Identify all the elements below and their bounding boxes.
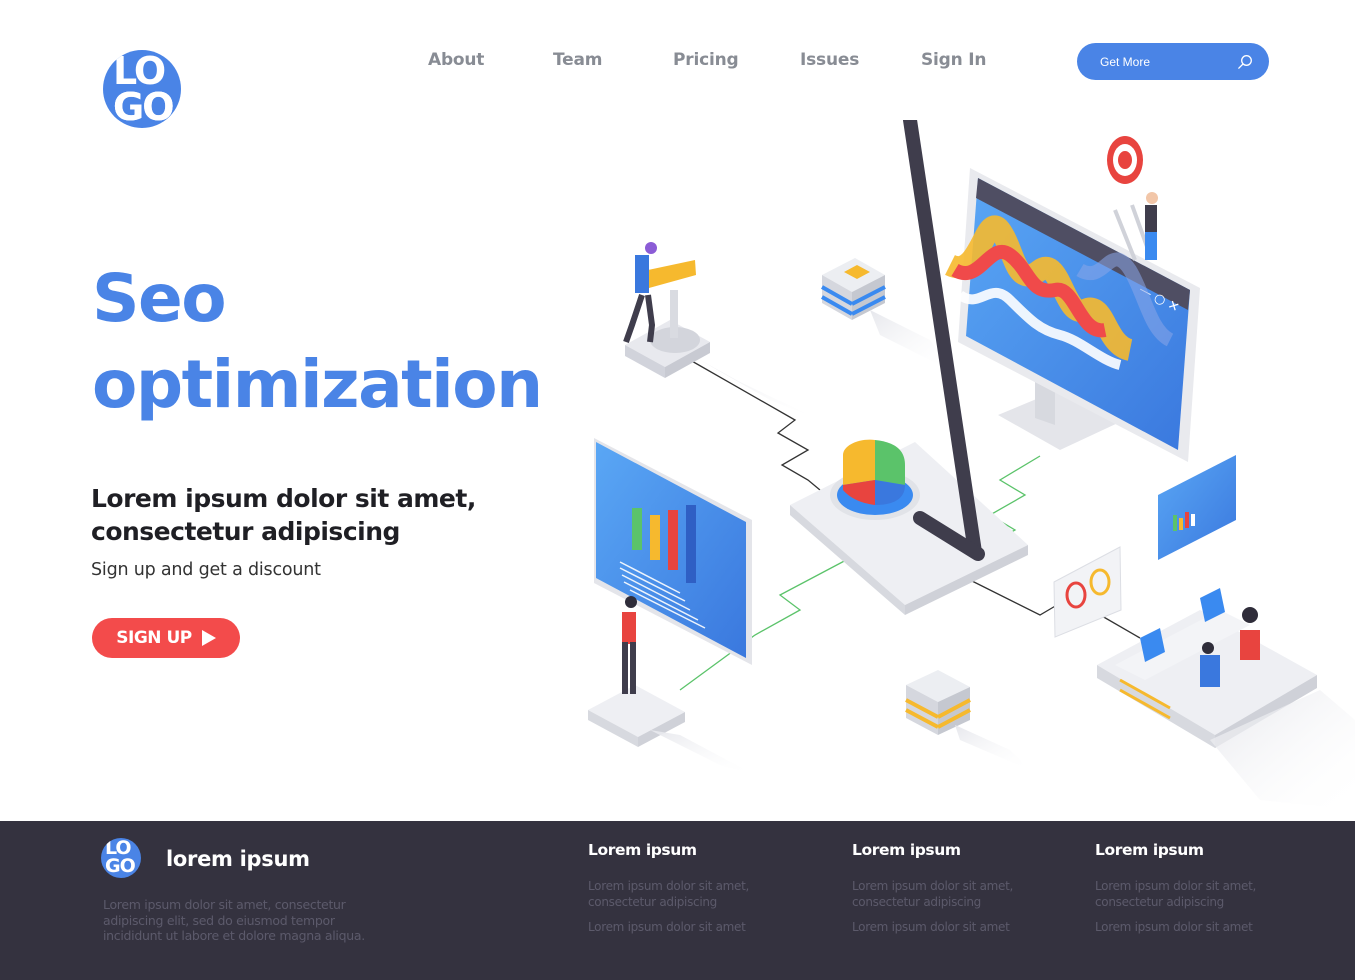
sign-up-button[interactable]: SIGN UP: [92, 618, 240, 658]
search-icon: [1238, 54, 1252, 69]
logo-text-bottom: GO: [113, 85, 174, 128]
woman-with-target: [1107, 136, 1158, 261]
nav-issues[interactable]: Issues: [800, 50, 859, 70]
footer-column-title: Lorem ipsum: [1095, 841, 1204, 859]
footer-logo[interactable]: LO GO: [101, 838, 141, 878]
gear-platform: [623, 242, 820, 420]
nav-pricing[interactable]: Pricing: [673, 50, 739, 70]
footer-link[interactable]: Lorem ipsum dolor sit amet, consectetur …: [852, 879, 1027, 910]
footer-column-1: Lorem ipsum Lorem ipsum dolor sit amet, …: [588, 841, 788, 946]
play-icon: [201, 630, 216, 646]
hero-subtitle: Lorem ipsum dolor sit amet, consectetur …: [91, 484, 476, 546]
footer-column-title: Lorem ipsum: [852, 841, 961, 859]
donut-chart-card: [1053, 546, 1122, 638]
sign-up-label: SIGN UP: [116, 628, 192, 648]
team-desk: [1097, 588, 1355, 810]
footer-column-3: Lorem ipsum Lorem ipsum dolor sit amet, …: [1095, 841, 1295, 946]
hero-title-line-2: optimization: [92, 346, 543, 423]
hero-title: Seo optimization: [92, 256, 543, 428]
data-stack-yellow: [905, 670, 1030, 770]
floating-chart-card: [1158, 455, 1236, 560]
footer: LO GO lorem ipsum Lorem ipsum dolor sit …: [0, 821, 1355, 980]
get-more-label: Get More: [1100, 54, 1151, 69]
get-more-button[interactable]: Get More: [1077, 43, 1269, 80]
nav-team[interactable]: Team: [553, 50, 602, 70]
footer-column-2: Lorem ipsum Lorem ipsum dolor sit amet, …: [852, 841, 1052, 946]
footer-link[interactable]: Lorem ipsum dolor sit amet: [852, 920, 1027, 936]
bar-chart-board: [594, 438, 752, 665]
seo-illustration: — ○ ✕: [588, 120, 1355, 810]
hero-tagline: Sign up and get a discount: [91, 560, 321, 580]
footer-brand: lorem ipsum: [166, 847, 310, 871]
footer-column-title: Lorem ipsum: [588, 841, 697, 859]
nav-about[interactable]: About: [428, 50, 484, 70]
logo[interactable]: LO GO: [103, 50, 181, 128]
analytics-monitor: — ○ ✕: [945, 168, 1200, 462]
footer-link[interactable]: Lorem ipsum dolor sit amet, consectetur …: [1095, 879, 1270, 910]
footer-description: Lorem ipsum dolor sit amet, consectetur …: [103, 897, 365, 943]
footer-logo-text-bottom: GO: [105, 855, 136, 877]
nav-sign-in[interactable]: Sign In: [921, 50, 986, 70]
footer-link[interactable]: Lorem ipsum dolor sit amet, consectetur …: [588, 879, 763, 910]
hero-title-line-1: Seo: [92, 260, 227, 337]
footer-link[interactable]: Lorem ipsum dolor sit amet: [588, 920, 763, 936]
footer-link[interactable]: Lorem ipsum dolor sit amet: [1095, 920, 1270, 936]
